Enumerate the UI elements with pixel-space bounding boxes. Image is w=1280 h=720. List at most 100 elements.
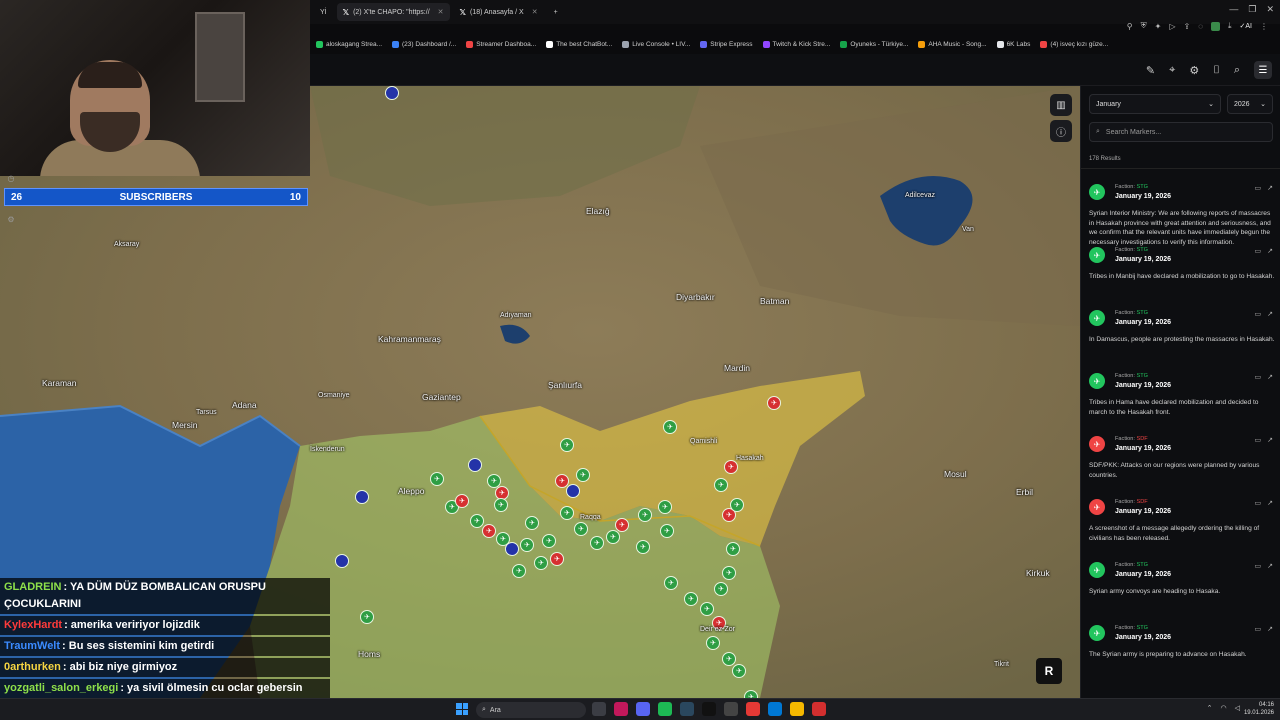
map-marker-icon[interactable]: ✈: [663, 420, 677, 434]
close-icon[interactable]: ✕: [532, 8, 538, 16]
draw-icon[interactable]: ✎: [1146, 64, 1155, 77]
chevron-up-icon[interactable]: ⌃: [1207, 704, 1213, 712]
month-select[interactable]: January ⌄: [1089, 94, 1221, 114]
map-marker-icon[interactable]: ✈: [574, 522, 588, 536]
map-marker-icon[interactable]: ✈: [730, 498, 744, 512]
map-marker-icon[interactable]: ✈: [360, 610, 374, 624]
video-icon[interactable]: ▭: [1255, 436, 1262, 444]
marker-list-item[interactable]: ✈ Faction: SDF January 19, 2026 ▭ ↗ A screens…: [1081, 493, 1280, 556]
network-icon[interactable]: ◠: [1221, 704, 1227, 712]
map-marker-icon[interactable]: ✈: [590, 536, 604, 550]
marker-feed[interactable]: ✈ Faction: STG January 19, 2026 ▭ ↗ Syrian In…: [1081, 178, 1280, 698]
volume-icon[interactable]: ◁: [1235, 704, 1240, 712]
browser-tab-0[interactable]: Yİ: [314, 3, 333, 21]
map-marker-icon[interactable]: [468, 458, 482, 472]
bookmark-item[interactable]: Streamer Dashboa...: [466, 40, 536, 48]
map-marker-icon[interactable]: ✈: [576, 468, 590, 482]
marker-list-item[interactable]: ✈ Faction: STG January 19, 2026 ▭ ↗ The Syria…: [1081, 619, 1280, 682]
video-icon[interactable]: ▭: [1255, 184, 1262, 192]
map-marker-icon[interactable]: ✈: [560, 438, 574, 452]
map-marker-icon[interactable]: ✈: [714, 478, 728, 492]
map-marker-icon[interactable]: ✈: [512, 564, 526, 578]
file-explorer-icon[interactable]: [790, 702, 804, 716]
ai-button[interactable]: ✓AI: [1240, 22, 1253, 30]
new-tab-button[interactable]: +: [548, 3, 564, 21]
external-link-icon[interactable]: ↗: [1267, 625, 1273, 633]
external-link-icon[interactable]: ↗: [1267, 184, 1273, 192]
bookmark-item[interactable]: aloskagang Strea...: [316, 40, 382, 48]
bookmark-item[interactable]: Stripe Express: [700, 40, 753, 48]
taskbar-clock[interactable]: 04:16 19.01.2026: [1244, 701, 1274, 717]
map-marker-icon[interactable]: ✈: [724, 460, 738, 474]
external-link-icon[interactable]: ↗: [1267, 562, 1273, 570]
video-icon[interactable]: ▭: [1255, 373, 1262, 381]
marker-list-item[interactable]: ✈ Faction: SDF January 19, 2026 ▭ ↗ SDF/PKK: …: [1081, 430, 1280, 493]
map-marker-icon[interactable]: ✈: [525, 516, 539, 530]
location-pin-icon[interactable]: ⌖: [1169, 64, 1175, 77]
marker-search-input[interactable]: ⌕ Search Markers...: [1089, 122, 1273, 142]
chrome-icon[interactable]: [812, 702, 826, 716]
map-info-button[interactable]: ⓘ: [1050, 120, 1072, 142]
pin-icon[interactable]: ⚲: [1127, 22, 1133, 31]
close-window-icon[interactable]: ✕: [1266, 4, 1274, 15]
hamburger-menu-icon[interactable]: ☰: [1254, 61, 1272, 79]
chat-username[interactable]: 0arthurken: [4, 661, 61, 673]
history-icon[interactable]: ◷: [8, 174, 15, 183]
marker-list-item[interactable]: ✈ Faction: STG January 19, 2026 ▭ ↗ Syrian ar…: [1081, 556, 1280, 619]
map-marker-icon[interactable]: ✈: [560, 506, 574, 520]
external-link-icon[interactable]: ↗: [1267, 499, 1273, 507]
menu-dots-icon[interactable]: ⋮: [1260, 22, 1268, 31]
chat-username[interactable]: KylexHardt: [4, 619, 62, 631]
search-icon[interactable]: ⌕: [1234, 64, 1240, 77]
discord-icon[interactable]: [636, 702, 650, 716]
marker-list-item[interactable]: ✈ Faction: STG January 19, 2026 ▭ ↗ Tribes in…: [1081, 367, 1280, 430]
map-marker-icon[interactable]: ✈: [706, 636, 720, 650]
map-marker-icon[interactable]: ✈: [534, 556, 548, 570]
external-link-icon[interactable]: ↗: [1267, 436, 1273, 444]
bookmark-item[interactable]: Oyuneks - Türkiye...: [840, 40, 908, 48]
map-marker-icon[interactable]: ✈: [430, 472, 444, 486]
map-marker-icon[interactable]: ✈: [767, 396, 781, 410]
video-icon[interactable]: ▭: [1255, 562, 1262, 570]
map-marker-icon[interactable]: ✈: [722, 566, 736, 580]
map-marker-icon[interactable]: ✈: [615, 518, 629, 532]
share-icon[interactable]: ⇪: [1183, 22, 1190, 31]
task-view-icon[interactable]: [592, 702, 606, 716]
map-marker-icon[interactable]: [385, 86, 399, 100]
map-marker-icon[interactable]: ✈: [520, 538, 534, 552]
bookmark-item[interactable]: Twitch & Kick Stre...: [762, 40, 830, 48]
map-marker-icon[interactable]: ✈: [684, 592, 698, 606]
external-link-icon[interactable]: ↗: [1267, 247, 1273, 255]
taskbar-search[interactable]: ⌕ Ara: [476, 702, 586, 718]
chat-username[interactable]: GLADREIN: [4, 581, 61, 593]
bookmark-item[interactable]: AHA Music - Song...: [918, 40, 987, 48]
map-marker-icon[interactable]: ✈: [658, 500, 672, 514]
gear-icon[interactable]: ⚙: [7, 215, 14, 224]
map-marker-icon[interactable]: ✈: [722, 652, 736, 666]
year-select[interactable]: 2026 ⌄: [1227, 94, 1273, 114]
map-marker-icon[interactable]: ✈: [664, 576, 678, 590]
opera-icon[interactable]: [614, 702, 628, 716]
download-icon[interactable]: ⤓: [1228, 21, 1232, 31]
browser-tab-1[interactable]: 𝕏 (2) X'te CHAPO: "https:// ✕: [336, 3, 450, 21]
bookmark-item[interactable]: The best ChatBot...: [546, 40, 612, 48]
map-marker-icon[interactable]: [566, 484, 580, 498]
map-layers-button[interactable]: ▥: [1050, 94, 1072, 116]
marker-list-item[interactable]: ✈ Faction: STG January 19, 2026 ▭ ↗ Tribes in…: [1081, 241, 1280, 304]
map-marker-icon[interactable]: ✈: [726, 542, 740, 556]
bookmark-item[interactable]: 6K Labs: [996, 40, 1030, 48]
close-icon[interactable]: ✕: [438, 8, 444, 16]
map-marker-icon[interactable]: ✈: [636, 540, 650, 554]
map-marker-icon[interactable]: ✈: [732, 664, 746, 678]
epic-games-icon[interactable]: [702, 702, 716, 716]
extensions-icon[interactable]: ✦: [1155, 22, 1162, 31]
video-icon[interactable]: ▭: [1255, 499, 1262, 507]
bookmark-item[interactable]: Live Console • LIV...: [622, 40, 690, 48]
bookmark-item[interactable]: (23) Dashboard /...: [392, 40, 456, 48]
map-marker-icon[interactable]: ✈: [744, 690, 758, 698]
map-marker-icon[interactable]: [505, 542, 519, 556]
external-link-icon[interactable]: ↗: [1267, 310, 1273, 318]
map-marker-icon[interactable]: [355, 490, 369, 504]
video-icon[interactable]: ▭: [1255, 310, 1262, 318]
settings-icon[interactable]: ⚙: [1189, 64, 1199, 77]
